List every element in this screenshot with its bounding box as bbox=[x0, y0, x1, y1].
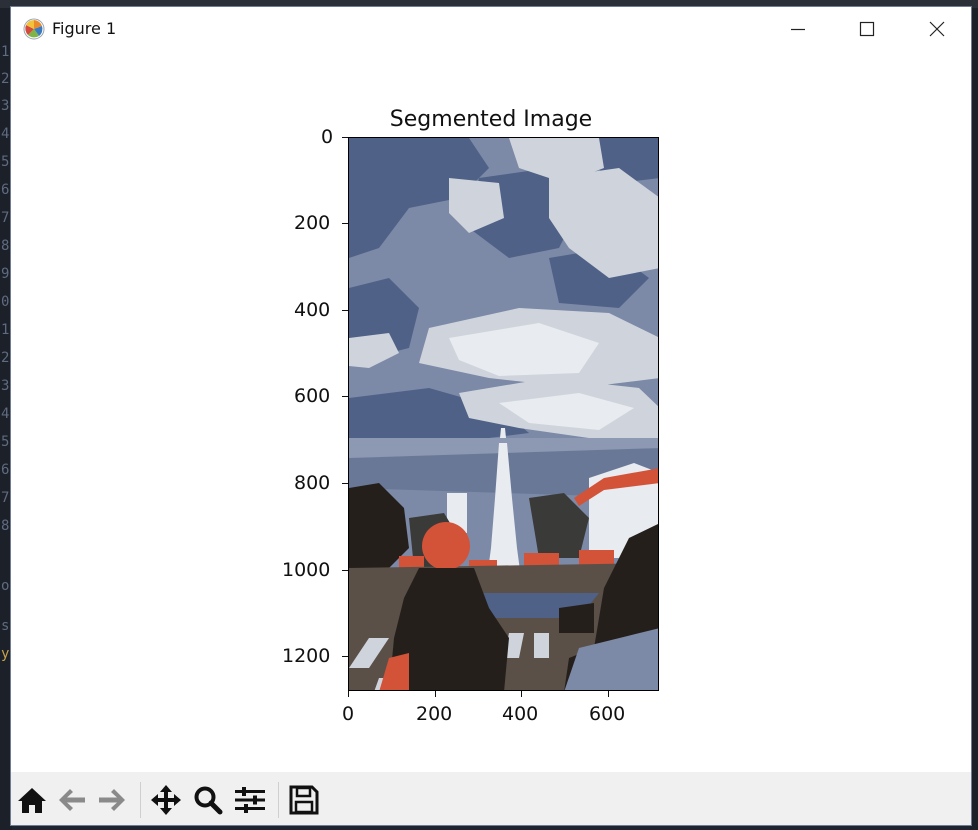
maximize-icon bbox=[859, 21, 875, 37]
close-button[interactable] bbox=[914, 13, 960, 45]
minimize-icon bbox=[791, 28, 805, 31]
maximize-button[interactable] bbox=[844, 13, 890, 45]
x-tick-mark bbox=[435, 691, 437, 697]
forward-button[interactable] bbox=[95, 784, 129, 816]
y-tick-label: 1000 bbox=[282, 559, 331, 581]
segmented-image-graphic bbox=[349, 138, 658, 690]
figure-canvas[interactable]: Segmented Image 0 200 400 600 800 1000 1… bbox=[11, 51, 971, 772]
figure-window: Figure 1 Segmented Image 0 200 400 600 8… bbox=[10, 6, 972, 826]
y-tick-label: 200 bbox=[294, 212, 331, 234]
move-icon bbox=[151, 785, 181, 815]
x-tick-mark bbox=[348, 691, 350, 697]
x-tick-mark bbox=[608, 691, 610, 697]
toolbar-separator bbox=[140, 782, 141, 818]
y-tick-label: 800 bbox=[294, 472, 331, 494]
x-tick-label: 0 bbox=[342, 703, 355, 725]
back-button[interactable] bbox=[55, 784, 89, 816]
y-tick-label: 600 bbox=[294, 385, 331, 407]
magnifier-icon bbox=[194, 786, 223, 815]
save-button[interactable] bbox=[287, 784, 321, 816]
navigation-toolbar bbox=[11, 772, 971, 825]
segmented-image bbox=[348, 137, 659, 691]
pan-button[interactable] bbox=[149, 784, 183, 816]
matplotlib-logo-icon bbox=[23, 18, 45, 40]
home-icon bbox=[18, 788, 46, 813]
minimize-button[interactable] bbox=[775, 13, 821, 45]
title-bar[interactable]: Figure 1 bbox=[11, 7, 971, 51]
configure-subplots-button[interactable] bbox=[233, 784, 267, 816]
arrow-left-icon bbox=[59, 789, 85, 811]
y-tick-label: 0 bbox=[321, 126, 334, 148]
x-tick-label: 600 bbox=[589, 703, 626, 725]
zoom-button[interactable] bbox=[191, 784, 225, 816]
x-tick-mark bbox=[521, 691, 523, 697]
y-tick-label: 400 bbox=[294, 299, 331, 321]
x-tick-label: 400 bbox=[502, 703, 539, 725]
home-button[interactable] bbox=[15, 784, 49, 816]
sliders-icon bbox=[235, 787, 265, 813]
floppy-icon bbox=[289, 785, 319, 815]
close-icon bbox=[929, 21, 945, 37]
arrow-right-icon bbox=[99, 789, 125, 811]
plot-title: Segmented Image bbox=[389, 107, 593, 132]
toolbar-separator bbox=[278, 782, 279, 818]
window-title: Figure 1 bbox=[52, 19, 117, 38]
y-tick-label: 1200 bbox=[282, 645, 331, 667]
x-tick-label: 200 bbox=[416, 703, 453, 725]
